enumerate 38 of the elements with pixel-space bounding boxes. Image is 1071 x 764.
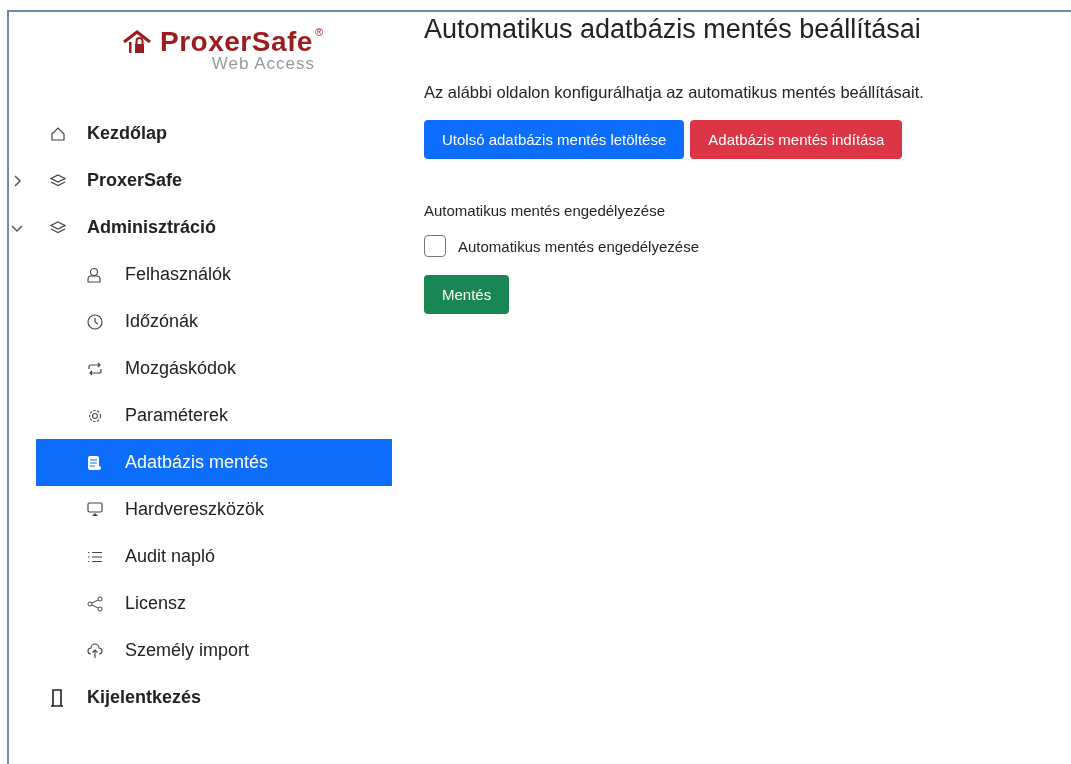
person-icon (87, 266, 101, 283)
section-label: Automatikus mentés engedélyezése (424, 202, 666, 219)
nav-subitem[interactable]: Felhasználók (36, 251, 392, 298)
chevron-right-icon (11, 174, 23, 187)
start-backup-button[interactable]: Adatbázis mentés indítása (690, 120, 903, 159)
monitor-icon (87, 502, 103, 517)
checkbox-label: Automatikus mentés engedélyezése (458, 237, 699, 255)
nav-subitem[interactable]: Személy import (36, 627, 392, 674)
clock-icon (87, 313, 103, 330)
nav-subitem[interactable]: Időzónák (36, 298, 392, 345)
repeat-icon (87, 361, 103, 376)
nav-item[interactable]: Adminisztráció (9, 204, 409, 251)
nav-item[interactable]: Kijelentkezés (9, 674, 409, 721)
registered-mark: ® (314, 26, 323, 38)
save-button[interactable]: Mentés (424, 275, 510, 314)
gear-icon (87, 407, 103, 424)
logo-wordmark: ProxerSafe (160, 26, 313, 57)
cloud-upload-icon (87, 642, 103, 659)
download-backup-button[interactable]: Utolsó adatbázis mentés letöltése (424, 120, 685, 159)
nav-subitem[interactable]: Mozgáskódok (36, 345, 392, 392)
layers-icon (50, 173, 66, 188)
page-title: Automatikus adatbázis mentés beállításai (424, 14, 922, 45)
house-icon (50, 125, 66, 142)
logo-subtitle: Web Access (211, 54, 315, 74)
nav-subitem[interactable]: Audit napló (36, 533, 392, 580)
nav-subitem[interactable]: Paraméterek (36, 392, 392, 439)
house-lock-icon (122, 30, 152, 54)
nav-item[interactable]: Kezdőlap (9, 110, 409, 157)
nav-subitem[interactable]: Adatbázis mentés (36, 439, 392, 486)
nav-subitem[interactable]: Licensz (36, 580, 392, 627)
checkbox[interactable] (424, 235, 446, 257)
page-description: Az alábbi oldalon konfigurálhatja az automatikus mentés beállításait. (424, 83, 924, 102)
nav-item[interactable]: ProxerSafe (9, 157, 409, 204)
door-icon (50, 688, 64, 707)
layers-icon (50, 220, 66, 235)
nav-subitem[interactable]: Hardvereszközök (36, 486, 392, 533)
list-icon (87, 550, 103, 563)
share-icon (87, 595, 103, 612)
